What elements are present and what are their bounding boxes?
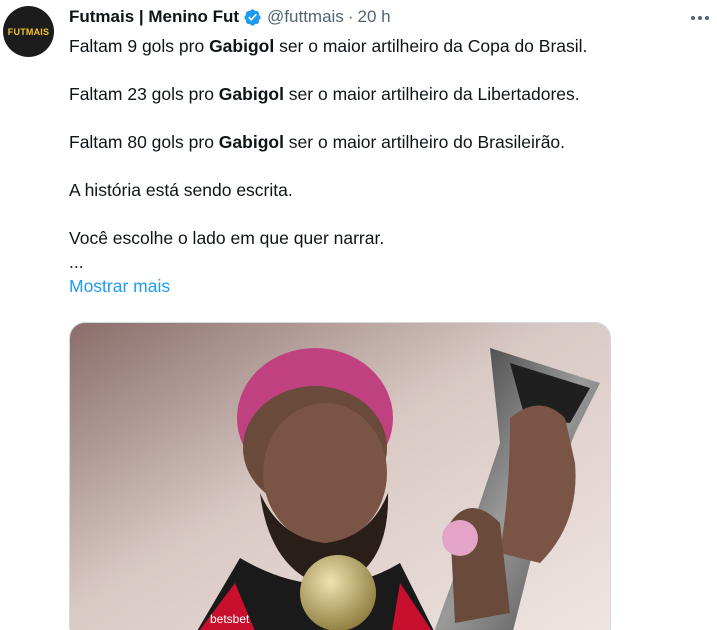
tweet-line-1: Faltam 9 gols pro Gabigol ser o maior ar…: [69, 36, 588, 56]
separator: ·: [347, 7, 354, 26]
jersey-sponsor-text: betsbet: [210, 612, 250, 626]
tweet-ellipsis: ...: [69, 252, 84, 272]
avatar-logo-text: FUTMAIS: [7, 26, 50, 37]
tweet-text: Faltam 9 gols pro Gabigol ser o maior ar…: [69, 34, 689, 298]
timestamp[interactable]: 20 h: [357, 7, 390, 27]
tweet-line-3: Faltam 80 gols pro Gabigol ser o maior a…: [69, 132, 566, 152]
more-options-icon[interactable]: [688, 8, 712, 28]
tweet-photo[interactable]: betsbet: [69, 322, 611, 630]
verified-badge-icon: [243, 8, 262, 27]
show-more-link[interactable]: Mostrar mais: [69, 274, 689, 298]
author-name[interactable]: Futmais | Menino Fut: [69, 7, 239, 27]
tweet-header: Futmais | Menino Fut @futtmais · 20 h: [69, 6, 391, 28]
tweet[interactable]: FUTMAIS Futmais | Menino Fut @futtmais ·…: [0, 0, 717, 630]
author-handle[interactable]: @futtmais: [267, 7, 344, 27]
tweet-statement-1: A história está sendo escrita.: [69, 180, 293, 200]
avatar[interactable]: FUTMAIS: [3, 6, 54, 57]
tweet-line-2: Faltam 23 gols pro Gabigol ser o maior a…: [69, 84, 580, 104]
tweet-statement-2: Você escolhe o lado em que quer narrar.: [69, 228, 385, 248]
